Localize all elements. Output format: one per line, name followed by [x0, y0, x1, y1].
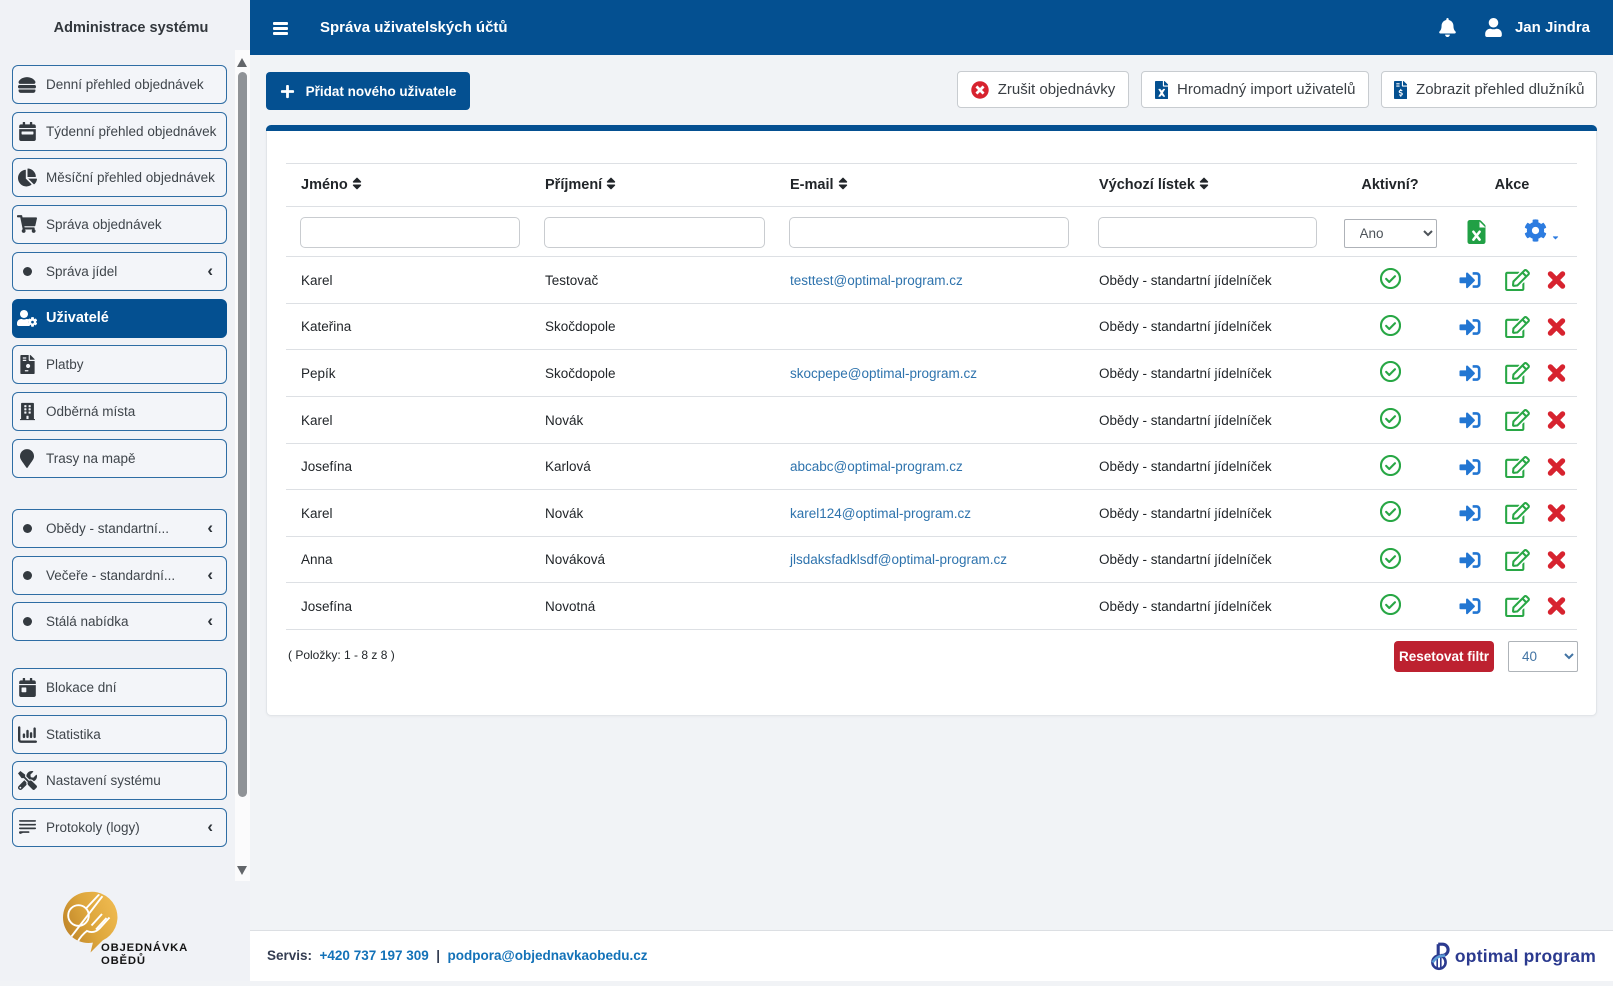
- svg-text:OBĚDŮ: OBĚDŮ: [101, 953, 146, 967]
- svg-text:OBJEDNÁVKA: OBJEDNÁVKA: [101, 941, 188, 954]
